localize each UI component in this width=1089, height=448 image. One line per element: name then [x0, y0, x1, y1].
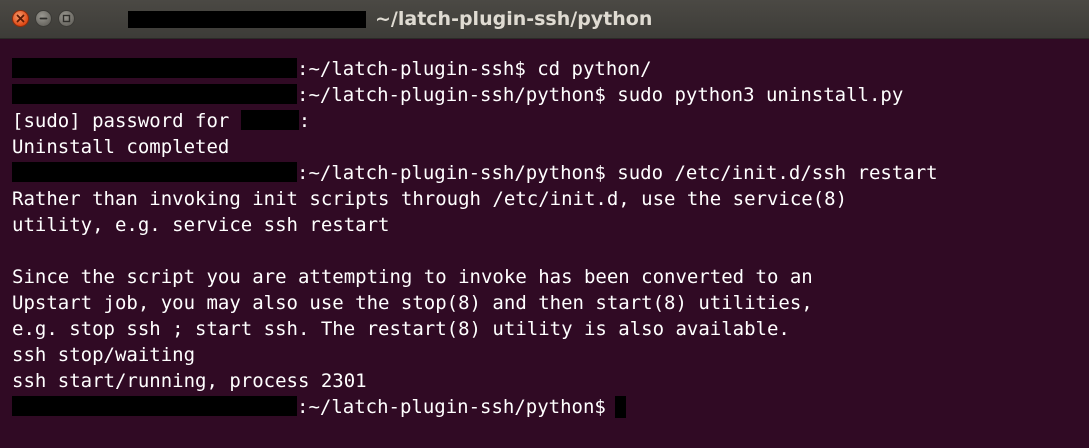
redacted-prompt-user: [12, 396, 297, 416]
maximize-button[interactable]: [58, 10, 75, 27]
title-bar[interactable]: ~/latch-plugin-ssh/python: [0, 0, 1089, 39]
redacted-prompt-user: [12, 58, 297, 78]
terminal-line: ssh start/running, process 2301: [12, 370, 367, 392]
terminal-line: :~/latch-plugin-ssh$ cd python/: [12, 56, 938, 82]
close-icon: [16, 14, 25, 23]
terminal-line: Uninstall completed: [12, 136, 230, 158]
close-button[interactable]: [12, 10, 29, 27]
minimize-button[interactable]: [35, 10, 52, 27]
terminal-line: :~/latch-plugin-ssh/python$: [12, 394, 938, 420]
terminal-line: ssh stop/waiting: [12, 344, 196, 366]
terminal-line: Upstart job, you may also use the stop(8…: [12, 292, 813, 314]
terminal-line: Since the script you are attempting to i…: [12, 266, 813, 288]
redacted-prompt-user: [12, 84, 297, 104]
terminal-output[interactable]: :~/latch-plugin-ssh$ cd python/ :~/latch…: [12, 56, 938, 420]
terminal-line: [sudo] password for :: [12, 110, 311, 132]
terminal-line: e.g. stop ssh ; start ssh. The restart(8…: [12, 318, 790, 340]
maximize-icon: [62, 14, 71, 23]
redacted-prompt-user: [12, 162, 297, 182]
terminal-cursor: [614, 396, 626, 418]
terminal-line: :~/latch-plugin-ssh/python$ sudo /etc/in…: [12, 160, 938, 186]
terminal-line: utility, e.g. service ssh restart: [12, 214, 390, 236]
terminal-line: Rather than invoking init scripts throug…: [12, 188, 848, 210]
redacted-username: [240, 110, 299, 130]
window-title: ~/latch-plugin-ssh/python: [375, 8, 653, 30]
terminal-window: ~/latch-plugin-ssh/python :~/latch-plugi…: [0, 0, 1089, 448]
terminal-line: :~/latch-plugin-ssh/python$ sudo python3…: [12, 82, 938, 108]
minimize-icon: [39, 17, 48, 20]
redacted-username-host: [128, 11, 366, 28]
